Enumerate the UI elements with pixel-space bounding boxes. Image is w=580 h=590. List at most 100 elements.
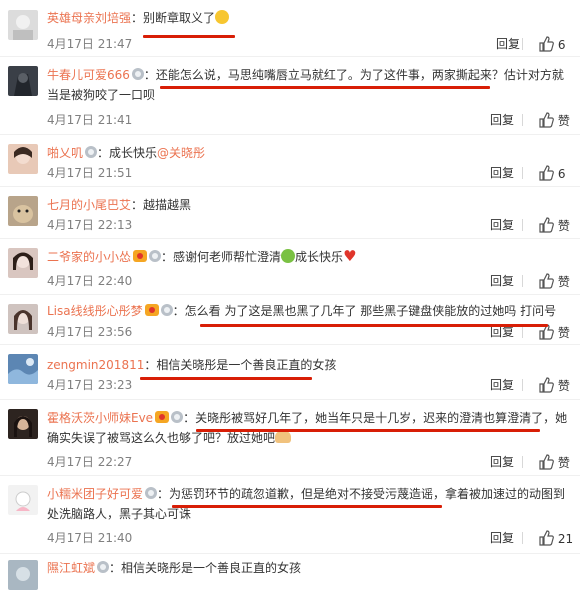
avatar[interactable] — [8, 248, 38, 278]
comment-body: 别断章取义了 — [143, 11, 216, 25]
divider — [522, 326, 523, 338]
comment-item: Lisa线线彤心彤梦 ：怎么看 为了这是黑也黑了几年了 那些黑子键盘侠能放的过她吗… — [0, 295, 580, 345]
username[interactable]: Lisa线线彤心彤梦 — [47, 304, 143, 318]
member-badge-icon — [145, 487, 158, 499]
member-badge-icon — [85, 146, 98, 158]
divider — [522, 114, 523, 126]
timestamp: 4月17日 21:51 — [47, 166, 133, 180]
underline-mark — [172, 505, 442, 508]
reply-button[interactable]: 回复 — [490, 273, 514, 289]
timestamp: 4月17日 22:27 — [47, 455, 133, 469]
username[interactable]: 隰江虹斌 — [47, 561, 95, 575]
timestamp: 4月17日 22:13 — [47, 218, 133, 232]
like-button[interactable]: 赞 — [538, 377, 570, 394]
comment-body: 越描越黑 — [143, 198, 192, 212]
divider — [522, 219, 523, 231]
thumbs-up-icon — [539, 112, 554, 128]
reply-button[interactable]: 回复 — [490, 454, 514, 470]
reply-button[interactable]: 回复 — [490, 377, 514, 393]
member-badge-icon — [149, 250, 162, 262]
like-button[interactable]: 赞 — [538, 454, 570, 471]
member-badge-icon — [97, 561, 110, 573]
reply-button[interactable]: 回复 — [490, 217, 514, 233]
underline-mark — [143, 35, 235, 38]
divider — [522, 379, 523, 391]
comment-body: 成长快乐 — [109, 146, 158, 160]
username[interactable]: 啪乂叽 — [47, 146, 83, 160]
like-button[interactable]: 赞 — [538, 273, 570, 290]
vip-icon — [144, 304, 159, 316]
avatar[interactable] — [8, 304, 38, 334]
thumbs-up-icon — [539, 217, 554, 233]
username[interactable]: 霍格沃茨小师妹Eve — [47, 411, 153, 425]
comment-text: Lisa线线彤心彤梦 ：怎么看 为了这是黑也黑了几年了 那些黑子键盘侠能放的过她吗… — [47, 304, 557, 318]
like-button[interactable]: 6 — [538, 36, 565, 53]
comment-body: 感谢何老师帮忙澄清 — [173, 250, 282, 264]
divider — [522, 275, 523, 287]
like-label: 赞 — [557, 456, 570, 470]
comment-text: 牛春儿可爱666 ：还能怎么说，马思纯嘴唇立马就红了。为了这件事，两家撕起来？估计… — [47, 68, 564, 102]
timestamp: 4月17日 21:41 — [47, 113, 133, 127]
comment-text: 隰江虹斌 ：相信关晓彤是一个善良正直的女孩 — [47, 561, 302, 575]
like-button[interactable]: 6 — [538, 165, 565, 182]
thumbs-up-icon — [539, 36, 554, 52]
underline-mark — [140, 377, 312, 380]
comment-item: 小糯米团子好可爱 ：为惩罚环节的疏忽道歉，但是绝对不接受污蔑造谣，拿着被加速过的动… — [0, 476, 580, 554]
comment-text: zengmin201811：相信关晓彤是一个善良正直的女孩 — [47, 358, 337, 372]
avatar[interactable] — [8, 409, 38, 439]
comment-text: 啪乂叽 ：成长快乐@关晓彤 — [47, 146, 206, 160]
comment-item: 牛春儿可爱666 ：还能怎么说，马思纯嘴唇立马就红了。为了这件事，两家撕起来？估计… — [0, 57, 580, 135]
like-button[interactable]: 21 — [538, 530, 573, 547]
avatar[interactable] — [8, 144, 38, 174]
underline-mark — [200, 324, 548, 327]
heart-icon: ♥ — [343, 247, 357, 265]
thumbs-up-icon — [539, 454, 554, 470]
comment-text: 霍格沃茨小师妹Eve ：关晓彤被骂好几年了，她当年只是十几岁，迟来的澄清也算澄清了… — [47, 411, 568, 445]
divider — [522, 38, 523, 50]
timestamp: 4月17日 23:56 — [47, 325, 133, 339]
comment-text: 英雄母亲刘培强：别断章取义了 — [47, 8, 570, 28]
like-label: 赞 — [557, 326, 570, 340]
thumbs-up-icon — [539, 377, 554, 393]
thumbs-up-icon — [539, 273, 554, 289]
comment-body-suffix: 成长快乐 — [295, 250, 344, 264]
divider — [522, 456, 523, 468]
username[interactable]: zengmin201811 — [47, 358, 144, 372]
comment-text: 七月的小尾巴艾：越描越黑 — [47, 198, 192, 212]
avatar[interactable] — [8, 485, 38, 515]
avatar[interactable] — [8, 560, 38, 590]
timestamp: 4月17日 21:40 — [47, 531, 133, 545]
like-button[interactable]: 赞 — [538, 217, 570, 234]
mention-link[interactable]: @关晓彤 — [157, 146, 205, 160]
comment-body: 相信关晓彤是一个善良正直的女孩 — [121, 561, 302, 575]
member-badge-icon — [131, 68, 144, 80]
reply-button[interactable]: 回复 — [490, 530, 514, 546]
smile-emoji-icon — [281, 249, 296, 263]
like-count: 6 — [557, 167, 566, 181]
clasped-hands-icon — [275, 431, 292, 443]
divider — [522, 532, 523, 544]
username[interactable]: 英雄母亲刘培强 — [47, 11, 131, 25]
comment-text: 二爷家的小小怂 ：感谢何老师帮忙澄清 成长快乐♥ — [47, 247, 357, 265]
username[interactable]: 七月的小尾巴艾 — [47, 198, 131, 212]
avatar[interactable] — [8, 196, 38, 226]
comment-item: 二爷家的小小怂 ：感谢何老师帮忙澄清 成长快乐♥ 4月17日 22:40 回复 赞 — [0, 239, 580, 295]
thumbs-up-icon — [539, 530, 554, 546]
avatar[interactable] — [8, 354, 38, 384]
like-button[interactable]: 赞 — [538, 112, 570, 129]
username[interactable]: 牛春儿可爱666 — [47, 68, 130, 82]
reply-button[interactable]: 回复 — [496, 36, 520, 52]
avatar[interactable] — [8, 66, 38, 96]
comment-item: 七月的小尾巴艾：越描越黑 4月17日 22:13 回复 赞 — [0, 187, 580, 239]
comment-item: 啪乂叽 ：成长快乐@关晓彤 4月17日 21:51 回复 6 — [0, 135, 580, 187]
username[interactable]: 小糯米团子好可爱 — [47, 487, 143, 501]
divider — [522, 167, 523, 179]
reply-button[interactable]: 回复 — [490, 165, 514, 181]
username[interactable]: 二爷家的小小怂 — [47, 250, 131, 264]
crying-emoji-icon — [215, 10, 230, 24]
member-badge-icon — [160, 304, 173, 316]
like-label: 赞 — [557, 379, 570, 393]
avatar[interactable] — [8, 10, 38, 40]
timestamp: 4月17日 21:47 — [47, 37, 133, 51]
reply-button[interactable]: 回复 — [490, 112, 514, 128]
